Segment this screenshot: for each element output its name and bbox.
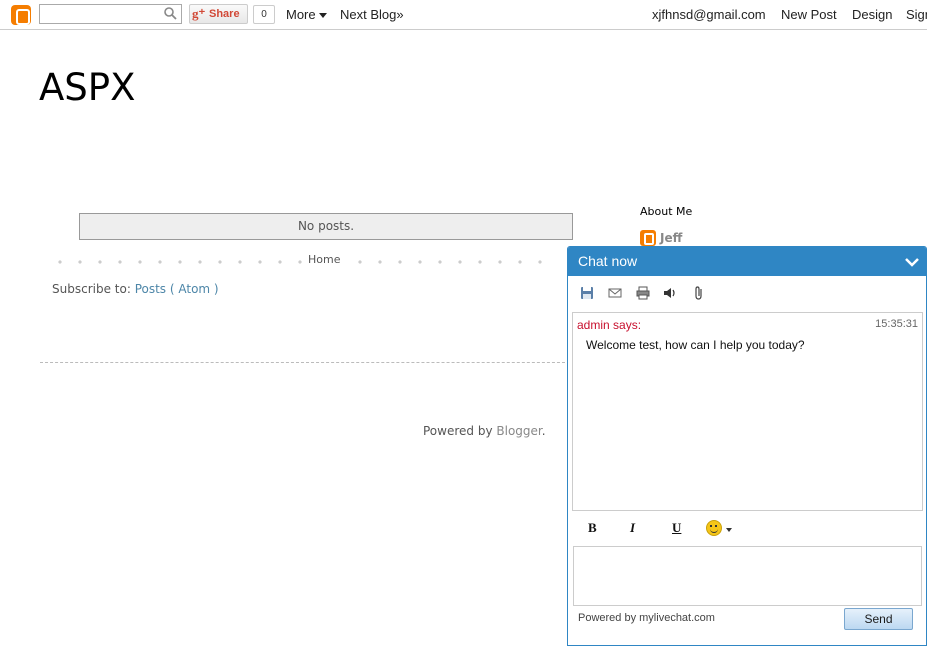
google-plus-icon: g⁺ [192,6,206,21]
chat-message-area: admin says: 15:35:31 Welcome test, how c… [572,312,923,511]
chat-powered-by[interactable]: Powered by mylivechat.com [578,612,715,624]
sign-out-link[interactable]: Sign out [906,7,927,22]
blogger-link[interactable]: Blogger [496,424,541,438]
profile-name-link[interactable]: Jeff [660,231,682,245]
home-link[interactable]: Home [302,253,347,266]
subscribe-label: Subscribe to: [52,282,131,296]
italic-button[interactable]: I [630,520,635,536]
caret-down-icon[interactable] [726,528,732,532]
next-blog-link[interactable]: Next Blog» [340,7,404,22]
footer-divider [40,362,570,363]
user-email: xjfhnsd@gmail.com [652,7,766,22]
underline-button[interactable]: U [672,520,681,536]
search-icon[interactable] [164,7,177,20]
email-icon[interactable] [608,286,622,300]
save-icon[interactable] [580,286,594,300]
powered-by-blogger: Powered by Blogger. [423,424,546,438]
format-toolbar: B I U [568,517,926,541]
blogger-icon[interactable] [11,5,31,25]
powered-prefix: Powered by [423,424,493,438]
message-sender: admin says: [577,318,642,332]
search-input[interactable] [39,4,182,24]
chat-message-input[interactable] [573,546,922,606]
message-time: 15:35:31 [875,318,918,330]
google-plus-share-button[interactable]: g⁺ Share [189,4,248,24]
share-count: 0 [253,5,275,24]
chat-header[interactable]: Chat now [568,247,926,276]
print-icon[interactable] [636,286,650,300]
design-link[interactable]: Design [852,7,892,22]
attach-icon[interactable] [692,286,706,300]
share-label: Share [209,8,240,20]
powered-suffix: . [541,424,546,438]
posts-atom-link[interactable]: Posts ( Atom ) [135,282,219,296]
blog-pager: Home [50,253,558,269]
message-text: Welcome test, how can I help you today? [586,338,805,352]
blog-title[interactable]: ASPX [39,66,135,109]
blogger-profile-icon [640,230,656,246]
caret-down-icon [318,13,327,19]
blogger-navbar: g⁺ Share 0 More Next Blog» xjfhnsd@gmail… [0,0,927,30]
chevron-down-icon[interactable] [904,254,920,270]
live-chat-window: Chat now admin says: 15:35:31 Welcome te… [567,246,927,646]
more-label: More [286,7,316,22]
about-me-heading: About Me [640,205,693,218]
send-button[interactable]: Send [844,608,913,630]
bold-button[interactable]: B [588,520,597,536]
emoji-icon[interactable] [706,520,722,536]
chat-title: Chat now [578,253,638,269]
sound-icon[interactable] [663,286,677,300]
subscribe-links: Subscribe to: Posts ( Atom ) [52,282,219,296]
no-posts-message: No posts. [79,213,573,240]
new-post-link[interactable]: New Post [781,7,837,22]
more-menu[interactable]: More [286,7,327,22]
chat-toolbar [568,283,926,305]
